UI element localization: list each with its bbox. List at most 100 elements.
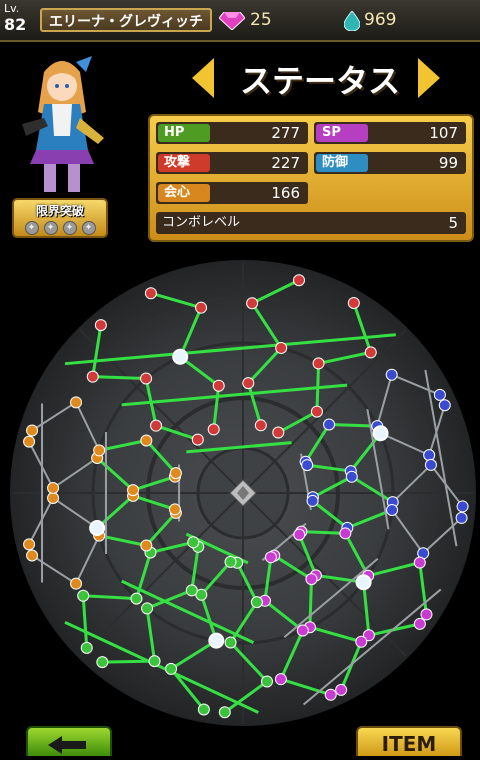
skill-node[interactable] — [413, 617, 426, 630]
skill-node[interactable] — [246, 297, 259, 310]
skill-node[interactable] — [168, 503, 181, 516]
skill-node[interactable] — [242, 377, 255, 390]
skill-node[interactable] — [372, 425, 389, 442]
skill-node[interactable] — [456, 500, 469, 513]
skill-node[interactable] — [187, 536, 200, 549]
skill-node[interactable] — [423, 449, 436, 462]
skill-node[interactable] — [310, 405, 323, 418]
skill-node[interactable] — [385, 368, 398, 381]
skill-node[interactable] — [250, 596, 263, 609]
skill-node[interactable] — [144, 287, 157, 300]
skill-node[interactable] — [26, 549, 39, 562]
stat-sp: SP 107 — [314, 122, 466, 144]
skill-node[interactable] — [293, 274, 306, 287]
stat-hp: HP 277 — [156, 122, 308, 144]
water-drop-icon — [344, 11, 360, 31]
skill-node[interactable] — [140, 372, 153, 385]
skill-node[interactable] — [93, 444, 106, 457]
stat-hp-label: HP — [158, 124, 210, 142]
skill-node[interactable] — [130, 592, 143, 605]
skill-node[interactable] — [275, 341, 288, 354]
skill-node[interactable] — [301, 459, 314, 472]
skill-node[interactable] — [70, 396, 83, 409]
skill-node[interactable] — [169, 467, 182, 480]
skill-node[interactable] — [420, 608, 433, 621]
skill-node[interactable] — [312, 357, 325, 370]
skill-node[interactable] — [150, 419, 163, 432]
star-icon: ✦ — [24, 221, 39, 235]
skill-node[interactable] — [80, 641, 93, 654]
limit-break-badge: 限界突破 ✦ ✦ ✦ ✦ — [12, 198, 108, 238]
skill-node[interactable] — [323, 418, 336, 431]
skill-node[interactable] — [274, 673, 287, 686]
skill-node[interactable] — [218, 706, 231, 719]
skill-node[interactable] — [47, 491, 60, 504]
item-button[interactable]: ITEM — [356, 726, 462, 756]
skill-node[interactable] — [347, 296, 360, 309]
stat-critical-label: 会心 — [158, 184, 210, 202]
skill-node[interactable] — [260, 675, 273, 688]
skill-node[interactable] — [207, 423, 220, 436]
skill-node[interactable] — [197, 703, 210, 716]
skill-node[interactable] — [272, 426, 285, 439]
skill-node[interactable] — [185, 584, 198, 597]
stat-critical: 会心 166 — [156, 182, 308, 204]
skill-node[interactable] — [254, 419, 267, 432]
skill-node[interactable] — [355, 635, 368, 648]
skill-node[interactable] — [47, 482, 60, 495]
skill-node[interactable] — [305, 573, 318, 586]
stat-critical-value: 166 — [271, 184, 300, 202]
level-value: 82 — [4, 15, 27, 34]
skill-node[interactable] — [264, 551, 277, 564]
skill-board[interactable] — [0, 258, 480, 728]
stat-combo-level: コンボレベル 5 — [156, 212, 466, 234]
stat-defense-value: 99 — [438, 154, 458, 172]
skill-node[interactable] — [438, 399, 451, 412]
skill-node[interactable] — [89, 520, 106, 537]
skill-node[interactable] — [224, 555, 237, 568]
status-title: ステータス — [239, 62, 400, 100]
skill-node[interactable] — [127, 484, 140, 497]
skill-node[interactable] — [386, 503, 399, 516]
skill-node[interactable] — [165, 662, 178, 675]
skill-node[interactable] — [413, 556, 426, 569]
drop-count: 969 — [364, 10, 397, 30]
skill-node[interactable] — [335, 683, 348, 696]
skill-node[interactable] — [324, 688, 337, 701]
skill-node[interactable] — [195, 301, 208, 314]
skill-node[interactable] — [94, 319, 107, 332]
skill-node[interactable] — [140, 539, 153, 552]
next-page-arrow-icon[interactable] — [418, 58, 440, 98]
stat-attack-value: 227 — [271, 154, 300, 172]
skill-node[interactable] — [26, 424, 39, 437]
prev-page-arrow-icon[interactable] — [192, 58, 214, 98]
skill-node[interactable] — [96, 656, 109, 669]
skill-node[interactable] — [23, 538, 36, 551]
skill-node[interactable] — [23, 435, 36, 448]
skill-node[interactable] — [345, 470, 358, 483]
gem-icon — [219, 12, 245, 30]
skill-node[interactable] — [296, 624, 309, 637]
skill-node[interactable] — [455, 511, 468, 524]
skill-node[interactable] — [70, 577, 83, 590]
skill-node[interactable] — [433, 388, 446, 401]
skill-node[interactable] — [86, 370, 99, 383]
skill-node[interactable] — [191, 433, 204, 446]
character-portrait[interactable] — [14, 52, 110, 198]
skill-node[interactable] — [208, 632, 225, 649]
skill-node[interactable] — [77, 589, 90, 602]
skill-node[interactable] — [212, 379, 225, 392]
skill-node[interactable] — [140, 434, 153, 447]
skill-node[interactable] — [339, 527, 352, 540]
skill-node[interactable] — [355, 574, 372, 591]
skill-node[interactable] — [306, 494, 319, 507]
skill-node[interactable] — [293, 528, 306, 541]
skill-node[interactable] — [148, 655, 161, 668]
skill-node[interactable] — [424, 458, 437, 471]
node-link — [92, 375, 147, 381]
skill-node[interactable] — [224, 636, 237, 649]
skill-node[interactable] — [364, 346, 377, 359]
skill-node[interactable] — [172, 348, 189, 365]
skill-node[interactable] — [141, 602, 154, 615]
back-button[interactable] — [26, 726, 112, 756]
